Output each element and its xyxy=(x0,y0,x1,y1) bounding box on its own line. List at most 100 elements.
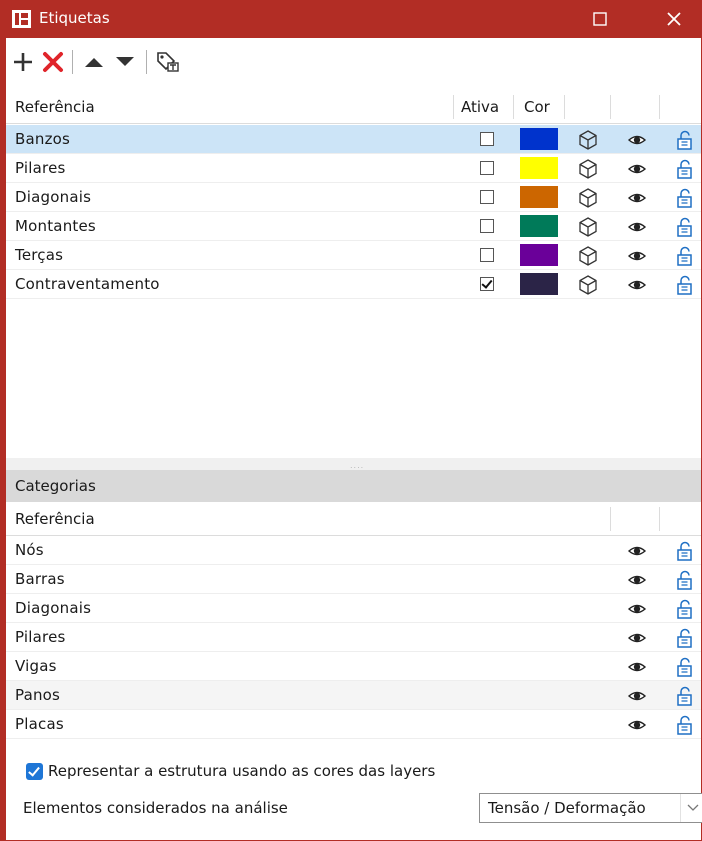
color-swatch[interactable] xyxy=(520,215,558,237)
title-bar[interactable]: Etiquetas xyxy=(0,0,702,38)
column-divider xyxy=(513,95,514,119)
unlock-icon[interactable] xyxy=(674,685,696,707)
labels-row[interactable]: Contraventamento xyxy=(6,270,701,299)
label-name: Banzos xyxy=(15,130,71,148)
eye-icon[interactable] xyxy=(626,627,648,649)
eye-icon[interactable] xyxy=(626,714,648,736)
category-row[interactable]: Placas xyxy=(6,710,701,739)
label-name: Pilares xyxy=(15,159,66,177)
layer-colors-checkbox[interactable] xyxy=(26,763,43,780)
label-name: Montantes xyxy=(15,217,96,235)
unlock-icon[interactable] xyxy=(674,158,696,180)
eye-icon[interactable] xyxy=(626,569,648,591)
unlock-icon[interactable] xyxy=(674,129,696,151)
unlock-icon[interactable] xyxy=(674,569,696,591)
3d-box-icon[interactable] xyxy=(577,129,599,151)
category-row[interactable]: Panos xyxy=(6,681,701,710)
color-swatch[interactable] xyxy=(520,273,558,295)
move-down-button[interactable] xyxy=(112,48,138,76)
unlock-icon[interactable] xyxy=(674,540,696,562)
color-swatch[interactable] xyxy=(520,157,558,179)
category-row[interactable]: Barras xyxy=(6,565,701,594)
column-divider xyxy=(659,95,660,119)
active-checkbox[interactable] xyxy=(480,248,494,262)
3d-box-icon[interactable] xyxy=(577,187,599,209)
labels-row[interactable]: Terças xyxy=(6,241,701,270)
active-checkbox[interactable] xyxy=(480,132,494,146)
close-button[interactable] xyxy=(646,0,702,38)
tag-settings-button[interactable] xyxy=(153,48,183,76)
delete-button[interactable] xyxy=(40,48,66,76)
unlock-icon[interactable] xyxy=(674,187,696,209)
toolbar xyxy=(6,38,701,88)
category-row[interactable]: Nós xyxy=(6,536,701,565)
close-icon xyxy=(667,12,681,26)
unlock-icon[interactable] xyxy=(674,216,696,238)
panel-splitter[interactable]: .... xyxy=(6,458,701,470)
labels-row[interactable]: Diagonais xyxy=(6,183,701,212)
eye-icon[interactable] xyxy=(626,245,648,267)
active-checkbox[interactable] xyxy=(480,277,494,291)
category-name: Panos xyxy=(15,686,61,704)
category-name: Nós xyxy=(15,541,44,559)
label-name: Contraventamento xyxy=(15,275,160,293)
color-swatch[interactable] xyxy=(520,244,558,266)
eye-icon[interactable] xyxy=(626,216,648,238)
eye-icon[interactable] xyxy=(626,685,648,707)
column-divider xyxy=(610,95,611,119)
categories-grid-header: Referência xyxy=(6,502,701,536)
color-swatch[interactable] xyxy=(520,186,558,208)
unlock-icon[interactable] xyxy=(674,274,696,296)
eye-icon[interactable] xyxy=(626,158,648,180)
category-name: Pilares xyxy=(15,628,66,646)
category-name: Barras xyxy=(15,570,65,588)
3d-box-icon[interactable] xyxy=(577,158,599,180)
category-row[interactable]: Vigas xyxy=(6,652,701,681)
active-checkbox[interactable] xyxy=(480,219,494,233)
maximize-button[interactable] xyxy=(572,0,628,38)
column-header-active[interactable]: Ativa xyxy=(461,90,499,124)
unlock-icon[interactable] xyxy=(674,656,696,678)
eye-icon[interactable] xyxy=(626,129,648,151)
category-name: Diagonais xyxy=(15,599,92,617)
3d-box-icon[interactable] xyxy=(577,216,599,238)
active-checkbox[interactable] xyxy=(480,190,494,204)
categories-title: Categorias xyxy=(15,477,96,495)
active-checkbox[interactable] xyxy=(480,161,494,175)
category-row[interactable]: Diagonais xyxy=(6,594,701,623)
window-title: Etiquetas xyxy=(39,9,110,27)
analysis-elements-label: Elementos considerados na análise xyxy=(23,799,288,817)
labels-row[interactable]: Montantes xyxy=(6,212,701,241)
unlock-icon[interactable] xyxy=(674,627,696,649)
3d-box-icon[interactable] xyxy=(577,245,599,267)
toolbar-separator xyxy=(146,50,147,74)
unlock-icon[interactable] xyxy=(674,245,696,267)
category-row[interactable]: Pilares xyxy=(6,623,701,652)
unlock-icon[interactable] xyxy=(674,598,696,620)
column-divider xyxy=(564,95,565,119)
labels-grid-header: Referência Ativa Cor xyxy=(6,90,701,124)
layer-colors-option[interactable]: Representar a estrutura usando as cores … xyxy=(6,754,701,788)
eye-icon[interactable] xyxy=(626,274,648,296)
label-name: Diagonais xyxy=(15,188,92,206)
eye-icon[interactable] xyxy=(626,598,648,620)
category-name: Vigas xyxy=(15,657,57,675)
move-up-button[interactable] xyxy=(81,48,107,76)
unlock-icon[interactable] xyxy=(674,714,696,736)
column-header-color[interactable]: Cor xyxy=(524,90,550,124)
3d-box-icon[interactable] xyxy=(577,274,599,296)
column-header-reference[interactable]: Referência xyxy=(15,90,95,124)
analysis-elements-select[interactable]: Tensão / Deformação xyxy=(479,793,702,823)
add-button[interactable] xyxy=(10,48,36,76)
eye-icon[interactable] xyxy=(626,540,648,562)
analysis-elements-value: Tensão / Deformação xyxy=(488,799,646,817)
color-swatch[interactable] xyxy=(520,128,558,150)
eye-icon[interactable] xyxy=(626,187,648,209)
eye-icon[interactable] xyxy=(626,656,648,678)
column-header-reference[interactable]: Referência xyxy=(15,502,95,536)
column-divider xyxy=(453,95,454,119)
labels-row[interactable]: Banzos xyxy=(6,125,701,154)
labels-row[interactable]: Pilares xyxy=(6,154,701,183)
etiquetas-window: Etiquetas Referência Ativa Cor Banzos Pi… xyxy=(0,0,702,841)
chevron-down-icon xyxy=(680,794,702,822)
